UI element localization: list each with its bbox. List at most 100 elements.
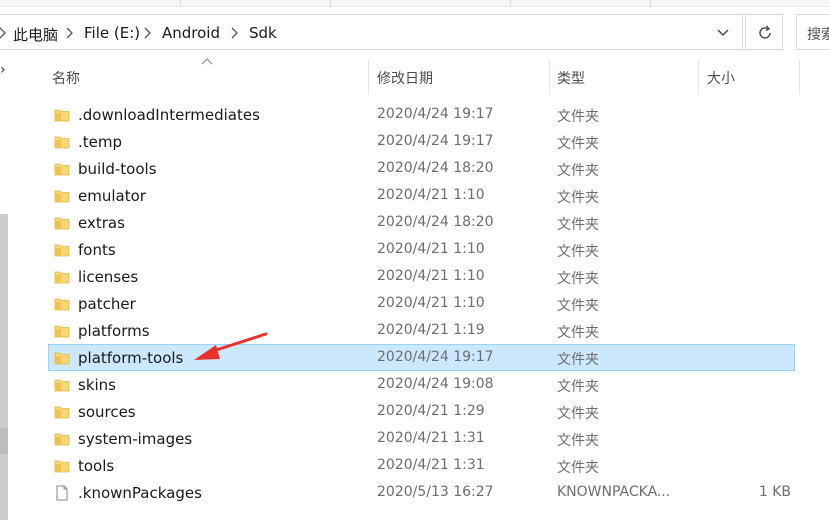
nav-expand-glyph[interactable]: ›: [0, 62, 6, 78]
folder-icon: [54, 296, 70, 312]
file-row[interactable]: patcher 2020/4/21 1:10 文件夹: [48, 290, 795, 317]
file-type: 文件夹: [557, 379, 599, 395]
file-type: 文件夹: [557, 460, 599, 476]
file-type: 文件夹: [557, 298, 599, 314]
refresh-icon: [759, 25, 771, 39]
chevron-right-icon[interactable]: [228, 26, 242, 40]
chevron-down-icon[interactable]: [714, 25, 732, 41]
file-type: 文件夹: [557, 190, 599, 206]
file-type: 文件夹: [557, 325, 599, 341]
breadcrumb-drive[interactable]: File (E:): [84, 24, 140, 42]
search-input[interactable]: 搜索: [796, 14, 829, 50]
folder-icon: [54, 134, 70, 150]
column-header-date[interactable]: 修改日期: [369, 60, 549, 94]
file-size: 1 KB: [758, 484, 791, 500]
breadcrumb-sdk[interactable]: Sdk: [249, 24, 277, 42]
column-divider[interactable]: [799, 60, 800, 94]
file-row[interactable]: licenses 2020/4/21 1:10 文件夹: [48, 263, 795, 290]
file-date: 2020/4/21 1:19: [377, 322, 485, 338]
file-date: 2020/4/21 1:10: [377, 268, 485, 284]
file-date: 2020/4/24 19:08: [377, 376, 494, 392]
file-type: 文件夹: [557, 352, 599, 368]
file-name: tools: [78, 457, 115, 475]
file-name: skins: [78, 376, 116, 394]
file-date: 2020/4/24 19:17: [377, 106, 494, 122]
file-icon: [54, 485, 70, 501]
refresh-button[interactable]: [745, 14, 783, 50]
column-header-name[interactable]: 名称: [48, 60, 368, 94]
file-type: 文件夹: [557, 271, 599, 287]
file-row[interactable]: system-images 2020/4/21 1:31 文件夹: [48, 425, 795, 452]
file-type: 文件夹: [557, 244, 599, 260]
chevron-right-icon[interactable]: [63, 26, 77, 40]
file-type: 文件夹: [557, 109, 599, 125]
file-row[interactable]: sources 2020/4/21 1:29 文件夹: [48, 398, 795, 425]
breadcrumb-this-pc[interactable]: 此电脑: [13, 24, 58, 45]
file-date: 2020/4/21 1:10: [377, 295, 485, 311]
file-name: fonts: [78, 241, 116, 259]
file-type: 文件夹: [557, 217, 599, 233]
folder-icon: [54, 431, 70, 447]
address-row: 此电脑 File (E:) Android Sdk 搜索: [0, 14, 829, 52]
file-name: .knownPackages: [78, 484, 202, 502]
ribbon-edge: [0, 0, 829, 7]
file-row[interactable]: build-tools 2020/4/24 18:20 文件夹: [48, 155, 795, 182]
file-row[interactable]: extras 2020/4/24 18:20 文件夹: [48, 209, 795, 236]
file-date: 2020/4/21 1:10: [377, 241, 485, 257]
folder-icon: [54, 161, 70, 177]
file-name: patcher: [78, 295, 136, 313]
file-name: licenses: [78, 268, 139, 286]
file-type: 文件夹: [557, 433, 599, 449]
file-name: extras: [78, 214, 125, 232]
file-name: platforms: [78, 322, 150, 340]
file-row[interactable]: fonts 2020/4/21 1:10 文件夹: [48, 236, 795, 263]
file-name: sources: [78, 403, 136, 421]
annotation-arrow: [194, 332, 268, 360]
file-name: .downloadIntermediates: [78, 106, 260, 124]
file-row[interactable]: .downloadIntermediates 2020/4/24 19:17 文件夹: [48, 101, 795, 128]
file-row[interactable]: skins 2020/4/24 19:08 文件夹: [48, 371, 795, 398]
column-header-type-label: 类型: [557, 71, 585, 87]
file-row[interactable]: emulator 2020/4/21 1:10 文件夹: [48, 182, 795, 209]
file-row[interactable]: .temp 2020/4/24 19:17 文件夹: [48, 128, 795, 155]
file-date: 2020/5/13 16:27: [377, 484, 494, 500]
file-type: 文件夹: [557, 136, 599, 152]
file-name: system-images: [78, 430, 193, 448]
folder-icon: [54, 350, 70, 366]
folder-icon: [54, 215, 70, 231]
folder-icon: [54, 377, 70, 393]
file-row[interactable]: .knownPackages 2020/5/13 16:27 KNOWNPACKA.…: [48, 479, 795, 506]
nav-scroll-thumb[interactable]: [0, 428, 8, 454]
column-header-size[interactable]: 大小: [699, 60, 799, 94]
file-date: 2020/4/24 19:17: [377, 349, 494, 365]
file-date: 2020/4/21 1:29: [377, 403, 485, 419]
chevron-right-icon: [0, 26, 10, 40]
folder-icon: [54, 269, 70, 285]
file-type: 文件夹: [557, 163, 599, 179]
file-date: 2020/4/21 1:10: [377, 187, 485, 203]
chevron-right-icon[interactable]: [141, 26, 155, 40]
column-header-size-label: 大小: [707, 71, 735, 87]
breadcrumb-android[interactable]: Android: [162, 24, 220, 42]
file-date: 2020/4/21 1:31: [377, 430, 485, 446]
folder-icon: [54, 323, 70, 339]
file-row[interactable]: tools 2020/4/21 1:31 文件夹: [48, 452, 795, 479]
folder-icon: [54, 188, 70, 204]
file-name: platform-tools: [78, 349, 184, 367]
file-row[interactable]: platforms 2020/4/21 1:19 文件夹: [48, 317, 795, 344]
file-name: emulator: [78, 187, 146, 205]
column-header-name-label: 名称: [52, 71, 80, 87]
folder-icon: [54, 404, 70, 420]
file-date: 2020/4/24 18:20: [377, 160, 494, 176]
file-name: build-tools: [78, 160, 157, 178]
folder-icon: [54, 242, 70, 258]
address-bar[interactable]: 此电脑 File (E:) Android Sdk: [0, 14, 743, 50]
file-type: 文件夹: [557, 406, 599, 422]
column-header-type[interactable]: 类型: [550, 60, 698, 94]
search-placeholder: 搜索: [807, 27, 829, 43]
folder-icon: [54, 458, 70, 474]
file-row[interactable]: platform-tools 2020/4/24 19:17 文件夹: [48, 344, 795, 371]
folder-icon: [54, 107, 70, 123]
nav-scrollbar[interactable]: [0, 214, 8, 520]
file-type: KNOWNPACKA...: [557, 484, 671, 500]
